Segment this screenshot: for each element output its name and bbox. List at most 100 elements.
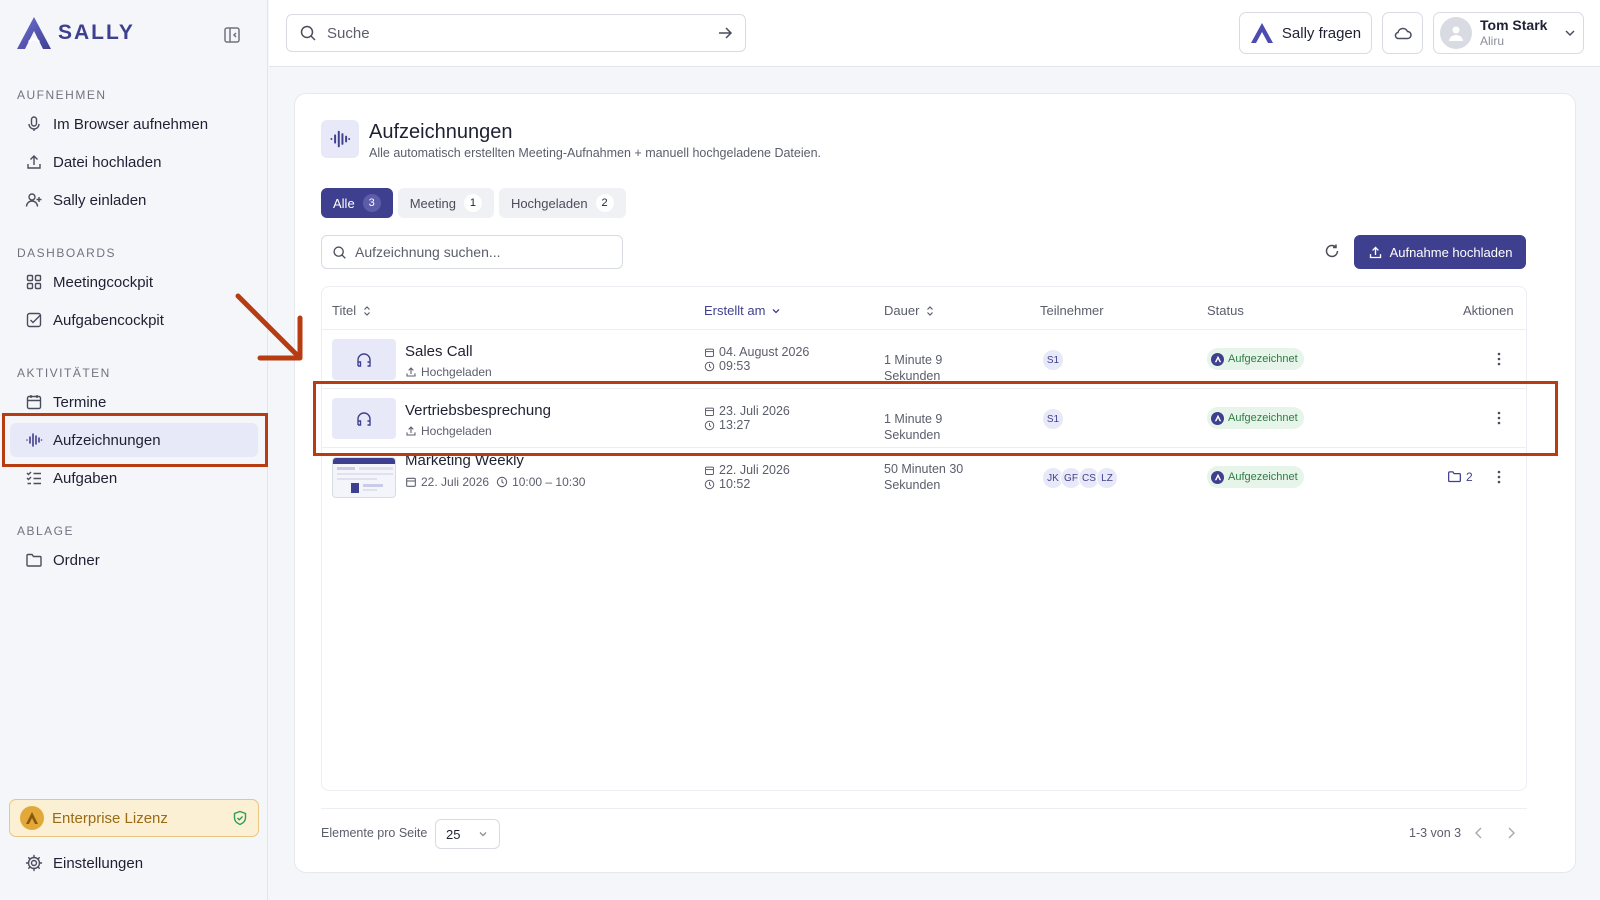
table-row[interactable]: Marketing Weekly 22. Juli 2026 10:00 – 1…	[322, 448, 1526, 507]
section-label-dashboards: DASHBOARDS	[17, 246, 117, 260]
grid-icon	[26, 274, 42, 290]
logo[interactable]: SALLY	[16, 16, 135, 50]
column-label: Titel	[332, 303, 357, 318]
row-actions-button[interactable]	[1490, 468, 1508, 486]
global-search-input[interactable]: Suche	[286, 14, 746, 52]
column-header-title[interactable]: Titel	[332, 303, 373, 318]
upload-icon	[1369, 246, 1381, 258]
shield-check-icon	[233, 810, 247, 826]
created-at: 04. August 2026 09:53	[704, 345, 809, 373]
column-header-created[interactable]: Erstellt am	[704, 303, 782, 318]
upload-label: Aufnahme hochladen	[1389, 244, 1513, 260]
gear-icon	[25, 854, 43, 872]
sidebar-item-browser-record[interactable]: Im Browser aufnehmen	[10, 107, 258, 141]
participants: S1	[1042, 349, 1064, 371]
clock-icon	[496, 476, 508, 488]
chevron-left-icon	[1475, 827, 1482, 839]
tab-meeting[interactable]: Meeting 1	[397, 188, 494, 218]
avatar	[1440, 17, 1472, 49]
sidebar-item-label: Ordner	[53, 551, 100, 569]
chevron-down-icon	[772, 308, 780, 313]
recording-search-input[interactable]: Aufzeichnung suchen...	[321, 235, 623, 269]
column-header-participants: Teilnehmer	[1040, 303, 1104, 318]
search-placeholder: Aufzeichnung suchen...	[355, 244, 501, 260]
column-label: Teilnehmer	[1040, 303, 1104, 318]
screen-preview-icon	[333, 458, 395, 493]
sidebar-item-label: Termine	[53, 393, 107, 411]
participant-avatar: S1	[1042, 349, 1064, 371]
user-menu[interactable]: Tom Stark Aliru	[1433, 12, 1584, 54]
sort-icon	[364, 305, 371, 316]
column-label: Status	[1207, 303, 1244, 318]
created-at: 22. Juli 2026 10:52	[704, 463, 790, 491]
column-header-actions: Aktionen	[1463, 303, 1514, 318]
sidebar-item-ordner[interactable]: Ordner	[10, 543, 258, 577]
upload-icon	[27, 155, 41, 169]
sidebar-item-upload-file[interactable]: Datei hochladen	[10, 145, 258, 179]
calendar-icon	[26, 395, 42, 410]
recording-thumbnail	[332, 339, 396, 380]
recordings-table: Titel Erstellt am Dauer Teilnehmer Statu…	[321, 286, 1527, 791]
sally-logo-icon	[17, 17, 51, 49]
annotation-arrow-icon	[235, 293, 303, 361]
footer-divider	[321, 808, 1527, 809]
user-icon	[1449, 26, 1463, 41]
created-date: 04. August 2026	[719, 345, 810, 359]
user-name: Tom Stark	[1480, 17, 1548, 33]
next-page-button[interactable]	[1503, 825, 1519, 841]
sort-icon	[927, 305, 934, 316]
section-label-aktivitaeten: AKTIVITÄTEN	[17, 366, 111, 380]
per-page-label: Elemente pro Seite	[321, 826, 428, 840]
column-label: Dauer	[884, 303, 920, 318]
created-date: 22. Juli 2026	[719, 463, 790, 477]
arrow-right-icon[interactable]	[717, 25, 733, 41]
source-label: Hochgeladen	[421, 365, 492, 379]
sidebar-item-aufgabencockpit[interactable]: Aufgabencockpit	[10, 303, 258, 337]
per-page-select[interactable]: 25	[435, 819, 500, 849]
sidebar-item-meetingcockpit[interactable]: Meetingcockpit	[10, 265, 258, 299]
pagination-range: 1-3 von 3	[1409, 826, 1462, 840]
refresh-button[interactable]	[1323, 242, 1341, 260]
search-icon	[300, 25, 316, 41]
tab-hochgeladen[interactable]: Hochgeladen 2	[498, 188, 626, 218]
sidebar-item-invite-sally[interactable]: Sally einladen	[10, 183, 258, 217]
column-label: Aktionen	[1463, 303, 1514, 318]
sidebar-item-label: Datei hochladen	[53, 153, 162, 171]
sidebar-item-label: Einstellungen	[53, 854, 144, 872]
calendar-icon	[705, 348, 714, 357]
status-label: Aufgezeichnet	[1228, 353, 1298, 365]
meeting-screenshot-thumbnail	[332, 457, 396, 498]
audio-file-icon	[357, 352, 371, 367]
page-subtitle: Alle automatisch erstellten Meeting-Aufn…	[369, 146, 822, 160]
sidebar-item-label: Meetingcockpit	[53, 273, 154, 291]
refresh-icon	[1325, 244, 1339, 258]
status-label: Aufgezeichnet	[1228, 471, 1298, 483]
search-icon	[333, 245, 346, 259]
chevron-right-icon	[1508, 827, 1515, 839]
prev-page-button[interactable]	[1471, 825, 1487, 841]
column-header-duration[interactable]: Dauer	[884, 303, 936, 318]
collapse-sidebar-button[interactable]	[222, 25, 242, 45]
tab-label: Hochgeladen	[510, 195, 588, 211]
license-badge[interactable]: Enterprise Lizenz	[9, 799, 259, 837]
sidebar-item-label: Aufgaben	[53, 469, 118, 487]
sidebar-item-einstellungen[interactable]: Einstellungen	[10, 846, 258, 880]
chevron-down-icon	[479, 832, 487, 837]
sally-logo-icon	[1211, 352, 1224, 366]
recording-title[interactable]: Sales Call	[405, 343, 473, 360]
folder-badge[interactable]: 2	[1447, 469, 1473, 484]
chevron-down-icon	[1565, 30, 1575, 37]
user-plus-icon	[25, 193, 42, 207]
section-label-ablage: ABLAGE	[17, 524, 75, 538]
participant-avatar: LZ	[1096, 467, 1118, 489]
more-vertical-icon	[1497, 470, 1501, 484]
row-actions-button[interactable]	[1490, 350, 1508, 368]
meeting-time: 10:00 – 10:30	[512, 475, 586, 489]
tab-alle[interactable]: Alle 3	[321, 188, 393, 218]
app-name: SALLY	[58, 21, 135, 44]
per-page-value: 25	[446, 826, 461, 842]
upload-recording-button[interactable]: Aufnahme hochladen	[1354, 235, 1526, 269]
ask-sally-button[interactable]: Sally fragen	[1239, 12, 1372, 54]
calendar-icon	[406, 477, 416, 487]
cloud-button[interactable]	[1382, 12, 1423, 54]
